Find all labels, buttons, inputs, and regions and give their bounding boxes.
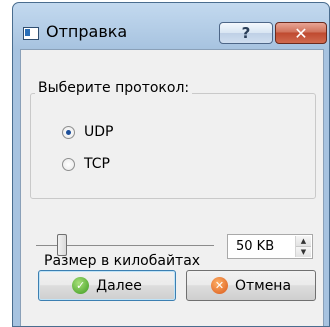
radio-label-tcp: TCP [84,156,110,172]
radio-udp[interactable]: UDP [62,124,113,140]
window-title: Отправка [46,22,128,41]
cancel-icon: ✕ [210,277,228,294]
size-value[interactable]: 50 KB [236,239,274,254]
radio-label-udp: UDP [84,124,114,140]
app-window-icon [23,27,39,40]
dialog-window: Отправка ? ✕ Выберите протокол: UDP TCP … [12,2,330,327]
next-button[interactable]: ✓ Далее [38,270,176,301]
radio-button-udp[interactable] [62,125,75,139]
size-slider-handle[interactable] [57,234,67,256]
size-spinbox[interactable]: 50 KB ▲ ▼ [227,234,313,259]
radio-button-tcp[interactable] [62,157,75,171]
next-button-label: Далее [96,277,142,294]
cancel-button-label: Отмена [234,277,292,294]
spin-buttons: ▲ ▼ [295,236,311,257]
size-label: Размер в килобайтах [44,253,201,269]
cancel-button[interactable]: ✕ Отмена [186,270,316,301]
close-button[interactable]: ✕ [275,22,327,44]
help-button[interactable]: ? [219,22,273,44]
radio-tcp[interactable]: TCP [62,156,110,172]
spin-up-button[interactable]: ▲ [296,236,311,246]
protocol-groupbox [30,93,316,199]
title-bar[interactable]: Отправка ? ✕ [13,3,329,49]
spin-down-button[interactable]: ▼ [296,246,311,257]
check-icon: ✓ [72,277,90,294]
protocol-group-title: Выберите протокол: [35,80,193,96]
